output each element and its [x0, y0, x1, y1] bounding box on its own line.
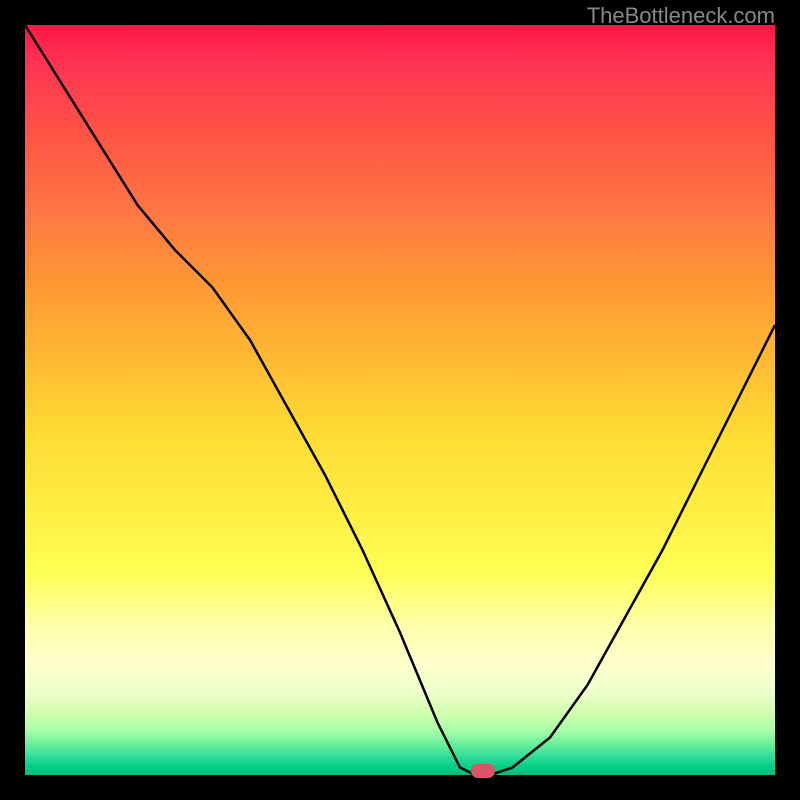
plot-area	[25, 25, 775, 775]
chart-container: TheBottleneck.com	[0, 0, 800, 800]
optimal-marker	[471, 764, 495, 778]
watermark-label: TheBottleneck.com	[587, 3, 775, 29]
bottleneck-curve-path	[25, 25, 775, 775]
curve-svg	[25, 25, 775, 775]
